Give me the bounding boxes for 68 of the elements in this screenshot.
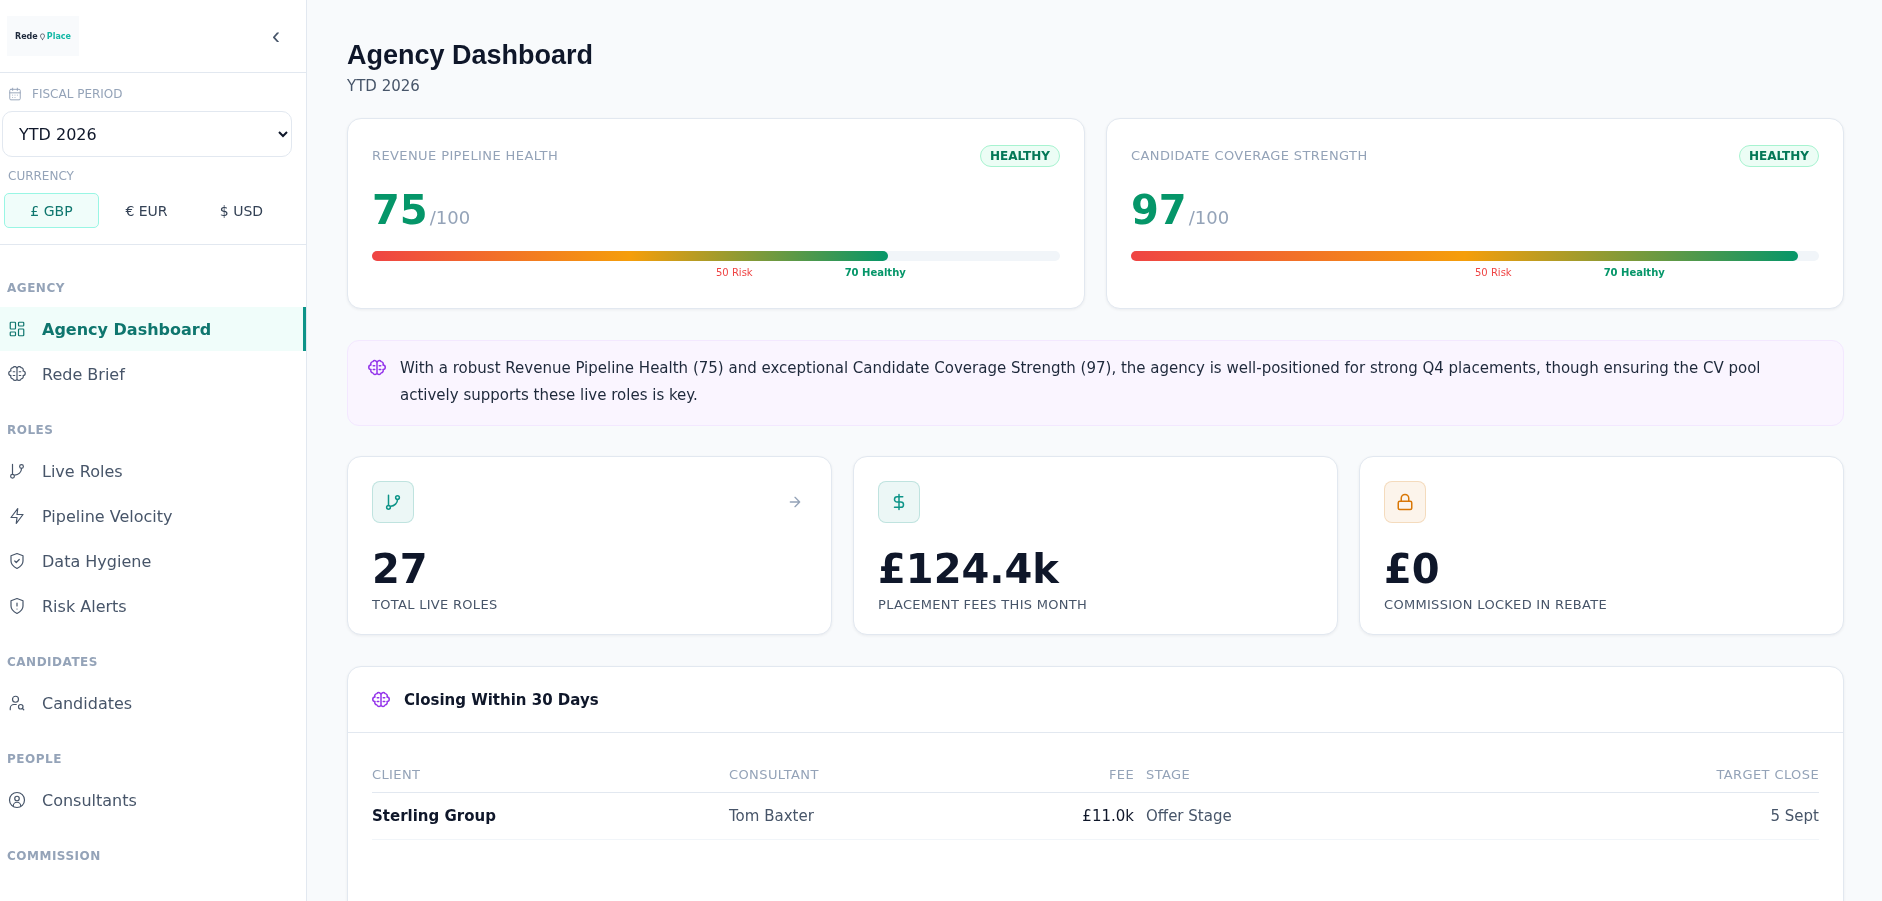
table-cell: Offer Stage [1146, 792, 1453, 840]
table-title: Closing Within 30 Days [404, 690, 599, 709]
table-cell: Sterling Group [372, 792, 729, 840]
period-select[interactable]: YTD 2026 [2, 111, 292, 157]
currency-option[interactable]: € EUR [99, 193, 194, 228]
grid-icon [8, 320, 26, 338]
threshold-label: 70 Healthy [1603, 267, 1665, 278]
nav-item[interactable]: Agency Dashboard [0, 307, 306, 351]
stat-label: TOTAL LIVE ROLES [372, 597, 499, 612]
insight-text: With a robust Revenue Pipeline Health (75) and exceptional Candidate Coverage Strength (97), the agency is well-positioned for strong Q4 placements, though ensuring the CV pool actively supports these live roles is key. [400, 358, 1762, 406]
shield-alert-icon [8, 597, 26, 615]
page-title: Agency Dashboard [347, 40, 595, 71]
threshold-label: 70 Healthy [844, 267, 906, 278]
score-value: 75 [372, 187, 428, 233]
stat-label: COMMISSION LOCKED IN REBATE [1384, 597, 1608, 612]
status-badge: HEALTHY [979, 145, 1060, 167]
brain-icon [372, 690, 390, 709]
brain-icon [368, 359, 386, 377]
table-cell: £11.0k [1009, 792, 1146, 840]
column-header: TARGET CLOSE [1452, 755, 1819, 793]
column-header: STAGE [1146, 755, 1453, 793]
threshold-label: 50 Risk [1475, 267, 1512, 278]
nav-item[interactable]: Data Hygiene [0, 539, 306, 583]
nav-section-title: CANDIDATES [6, 655, 99, 669]
nav-item[interactable]: Candidates [0, 681, 306, 725]
column-header: CONSULTANT [729, 755, 1009, 793]
stat-value: 27 [372, 547, 429, 591]
brain-icon [8, 365, 26, 383]
shield-check-icon [8, 552, 26, 570]
stat-value: £0 [1384, 547, 1441, 591]
column-header: FEE [1009, 755, 1146, 793]
nav-section-title: COMMISSION [6, 849, 102, 863]
lock-icon [1396, 493, 1414, 511]
nav-section-title: AGENCY [6, 281, 66, 295]
pin-icon [38, 31, 46, 41]
user-circle-icon [8, 791, 26, 809]
nav-item[interactable]: Consultants [0, 778, 306, 822]
nav-item[interactable]: Pipeline Velocity [0, 494, 306, 538]
card-title: REVENUE PIPELINE HEALTH [372, 148, 559, 163]
nav-section-title: PEOPLE [6, 752, 63, 766]
score-value: 97 [1131, 187, 1187, 233]
lightning-icon [8, 507, 26, 525]
user-search-icon [8, 694, 26, 712]
status-badge: HEALTHY [1738, 145, 1819, 167]
branch-icon [8, 462, 26, 480]
table-cell: 5 Sept [1452, 792, 1819, 840]
logo-text: Rede [15, 31, 38, 41]
field-label: CURRENCY [8, 169, 75, 183]
threshold-label: 50 Risk [716, 267, 753, 278]
field-label: FISCAL PERIOD [32, 87, 123, 101]
page-subtitle: YTD 2026 [347, 77, 421, 95]
column-header: CLIENT [372, 755, 729, 793]
nav-item[interactable]: Live Roles [0, 449, 306, 493]
calendar-icon [8, 87, 22, 101]
collapse-button[interactable]: ‹ [268, 24, 284, 48]
nav-item[interactable]: Risk Alerts [0, 584, 306, 628]
logo-text: Place [46, 31, 71, 41]
score-max: /100 [429, 207, 471, 228]
currency-option[interactable]: £ GBP [4, 193, 99, 228]
branch-icon [384, 493, 402, 511]
card-title: CANDIDATE COVERAGE STRENGTH [1131, 148, 1368, 163]
currency-option[interactable]: $ USD [194, 193, 289, 228]
nav-section-title: ROLES [6, 423, 55, 437]
table-cell: Tom Baxter [729, 792, 1009, 840]
stat-value: £124.4k [878, 547, 1061, 591]
nav-item[interactable]: Rede Brief [0, 352, 306, 396]
score-max: /100 [1188, 207, 1230, 228]
stat-label: PLACEMENT FEES THIS MONTH [878, 597, 1089, 612]
